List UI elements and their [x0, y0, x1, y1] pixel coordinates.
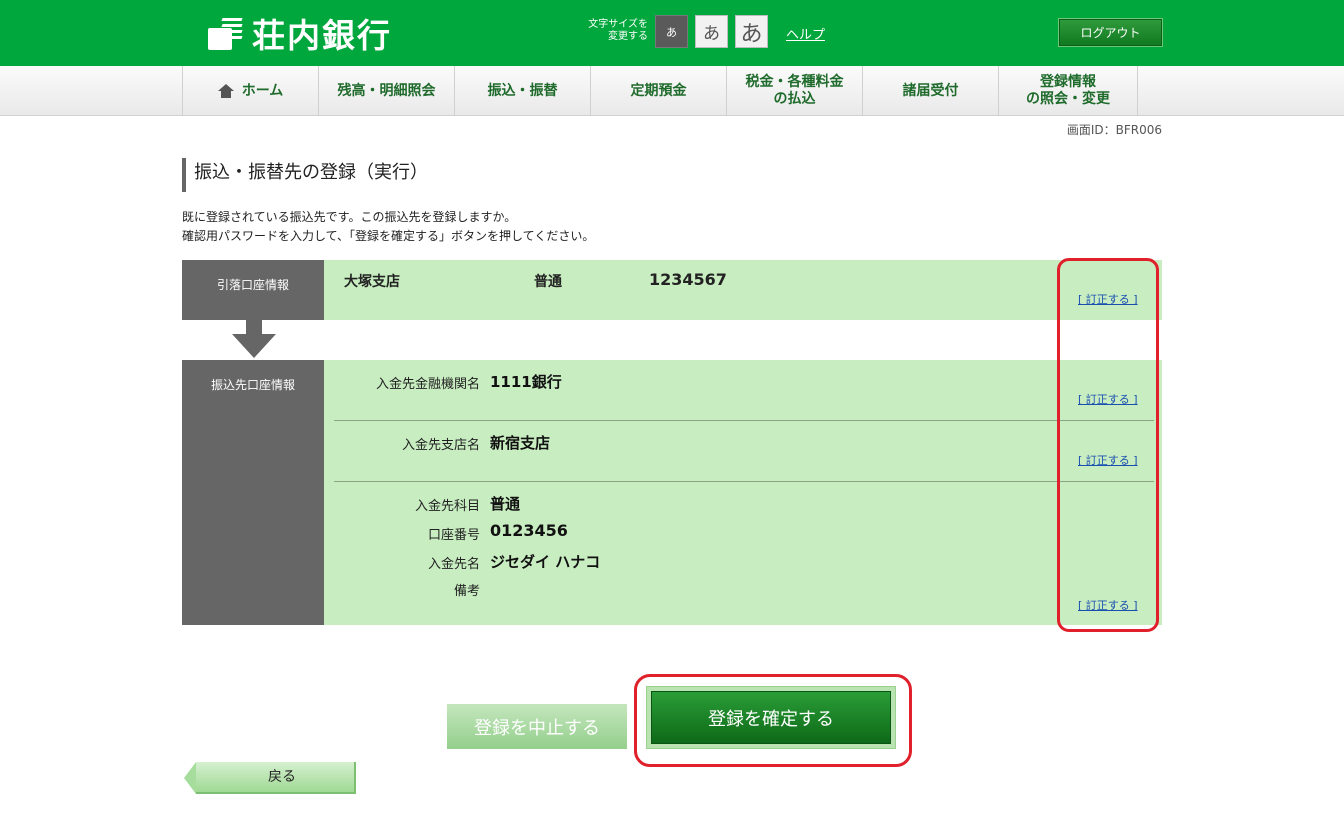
nav-label: 税金・各種料金 の払込 — [745, 74, 844, 107]
payee-bank-label: 入金先金融機関名 — [375, 377, 480, 392]
row-divider — [334, 420, 1154, 421]
payee-name-value: ジセダイ ハナコ — [490, 553, 601, 571]
payee-number-label: 口座番号 — [427, 528, 480, 543]
payee-branch-label: 入金先支店名 — [401, 438, 480, 453]
cancel-registration-button[interactable]: 登録を中止する — [447, 704, 627, 749]
row-divider — [334, 481, 1154, 482]
debit-account-panel: 大塚支店 普通 1234567 [ 訂正する ] — [324, 260, 1162, 320]
correct-debit-link[interactable]: [ 訂正する ] — [1078, 291, 1138, 307]
nav-label: 振込・振替 — [487, 82, 558, 99]
nav-item-time-deposit[interactable]: 定期預金 — [590, 66, 726, 116]
header-bar: 荘内銀行 文字サイズを 変更する あ あ あ ヘルプ ログアウト — [0, 0, 1344, 66]
nav-label: 諸届受付 — [902, 82, 959, 99]
home-icon — [217, 84, 234, 98]
bank-logo[interactable]: 荘内銀行 — [206, 13, 392, 55]
nav-item-tax-payment[interactable]: 税金・各種料金 の払込 — [726, 66, 862, 116]
debit-account-number: 1234567 — [649, 270, 727, 289]
screen-id: 画面ID：BFR006 — [1066, 123, 1162, 137]
payee-remarks-label: 備考 — [453, 584, 480, 599]
payee-account-label: 振込先口座情報 — [182, 360, 324, 625]
back-button-label: 戻る — [268, 769, 296, 785]
correct-account-link[interactable]: [ 訂正する ] — [1078, 597, 1138, 613]
logout-button[interactable]: ログアウト — [1058, 18, 1163, 47]
bank-logo-icon — [206, 14, 244, 52]
nav-label: ホーム — [241, 82, 284, 99]
down-arrow-icon — [232, 320, 276, 360]
confirm-registration-button[interactable]: 登録を確定する — [651, 691, 891, 744]
font-size-small-button[interactable]: あ — [655, 15, 688, 48]
bank-name: 荘内銀行 — [252, 16, 392, 55]
font-size-label: 文字サイズを 変更する — [588, 19, 648, 42]
debit-account-type: 普通 — [534, 274, 562, 290]
nav-item-balance[interactable]: 残高・明細照会 — [318, 66, 454, 116]
payee-bank-value: 1111銀行 — [490, 373, 562, 391]
confirm-button-frame: 登録を確定する — [646, 686, 896, 749]
nav-label: 残高・明細照会 — [337, 82, 436, 99]
nav-label: 定期預金 — [630, 82, 687, 99]
font-size-medium-button[interactable]: あ — [695, 15, 728, 48]
payee-name-label: 入金先名 — [427, 557, 480, 572]
help-link[interactable]: ヘルプ — [786, 24, 825, 43]
main-nav: ホーム 残高・明細照会 振込・振替 定期預金 税金・各種料金 の払込 諸届受付 登… — [0, 66, 1344, 116]
font-size-large-button[interactable]: あ — [735, 15, 768, 48]
payee-number-value: 0123456 — [490, 521, 568, 540]
payee-subject-value: 普通 — [490, 495, 521, 513]
nav-item-notifications[interactable]: 諸届受付 — [862, 66, 998, 116]
nav-item-registration-info[interactable]: 登録情報 の照会・変更 — [998, 66, 1138, 116]
nav-item-home[interactable]: ホーム — [182, 66, 318, 116]
nav-item-transfer[interactable]: 振込・振替 — [454, 66, 590, 116]
debit-branch: 大塚支店 — [344, 274, 400, 290]
page-title: 振込・振替先の登録（実行） — [182, 158, 428, 192]
correct-bank-link[interactable]: [ 訂正する ] — [1078, 391, 1138, 407]
payee-branch-value: 新宿支店 — [490, 434, 551, 452]
payee-subject-label: 入金先科目 — [414, 499, 480, 514]
correct-branch-link[interactable]: [ 訂正する ] — [1078, 452, 1138, 468]
nav-label: 登録情報 の照会・変更 — [1026, 74, 1110, 107]
debit-account-label: 引落口座情報 — [182, 260, 324, 320]
page-description: 既に登録されている振込先です。この振込先を登録しますか。 確認用パスワードを入力… — [182, 210, 595, 243]
payee-account-panel: 入金先金融機関名 1111銀行 [ 訂正する ] 入金先支店名 新宿支店 [ 訂… — [324, 360, 1162, 625]
back-button[interactable]: 戻る — [184, 762, 356, 794]
